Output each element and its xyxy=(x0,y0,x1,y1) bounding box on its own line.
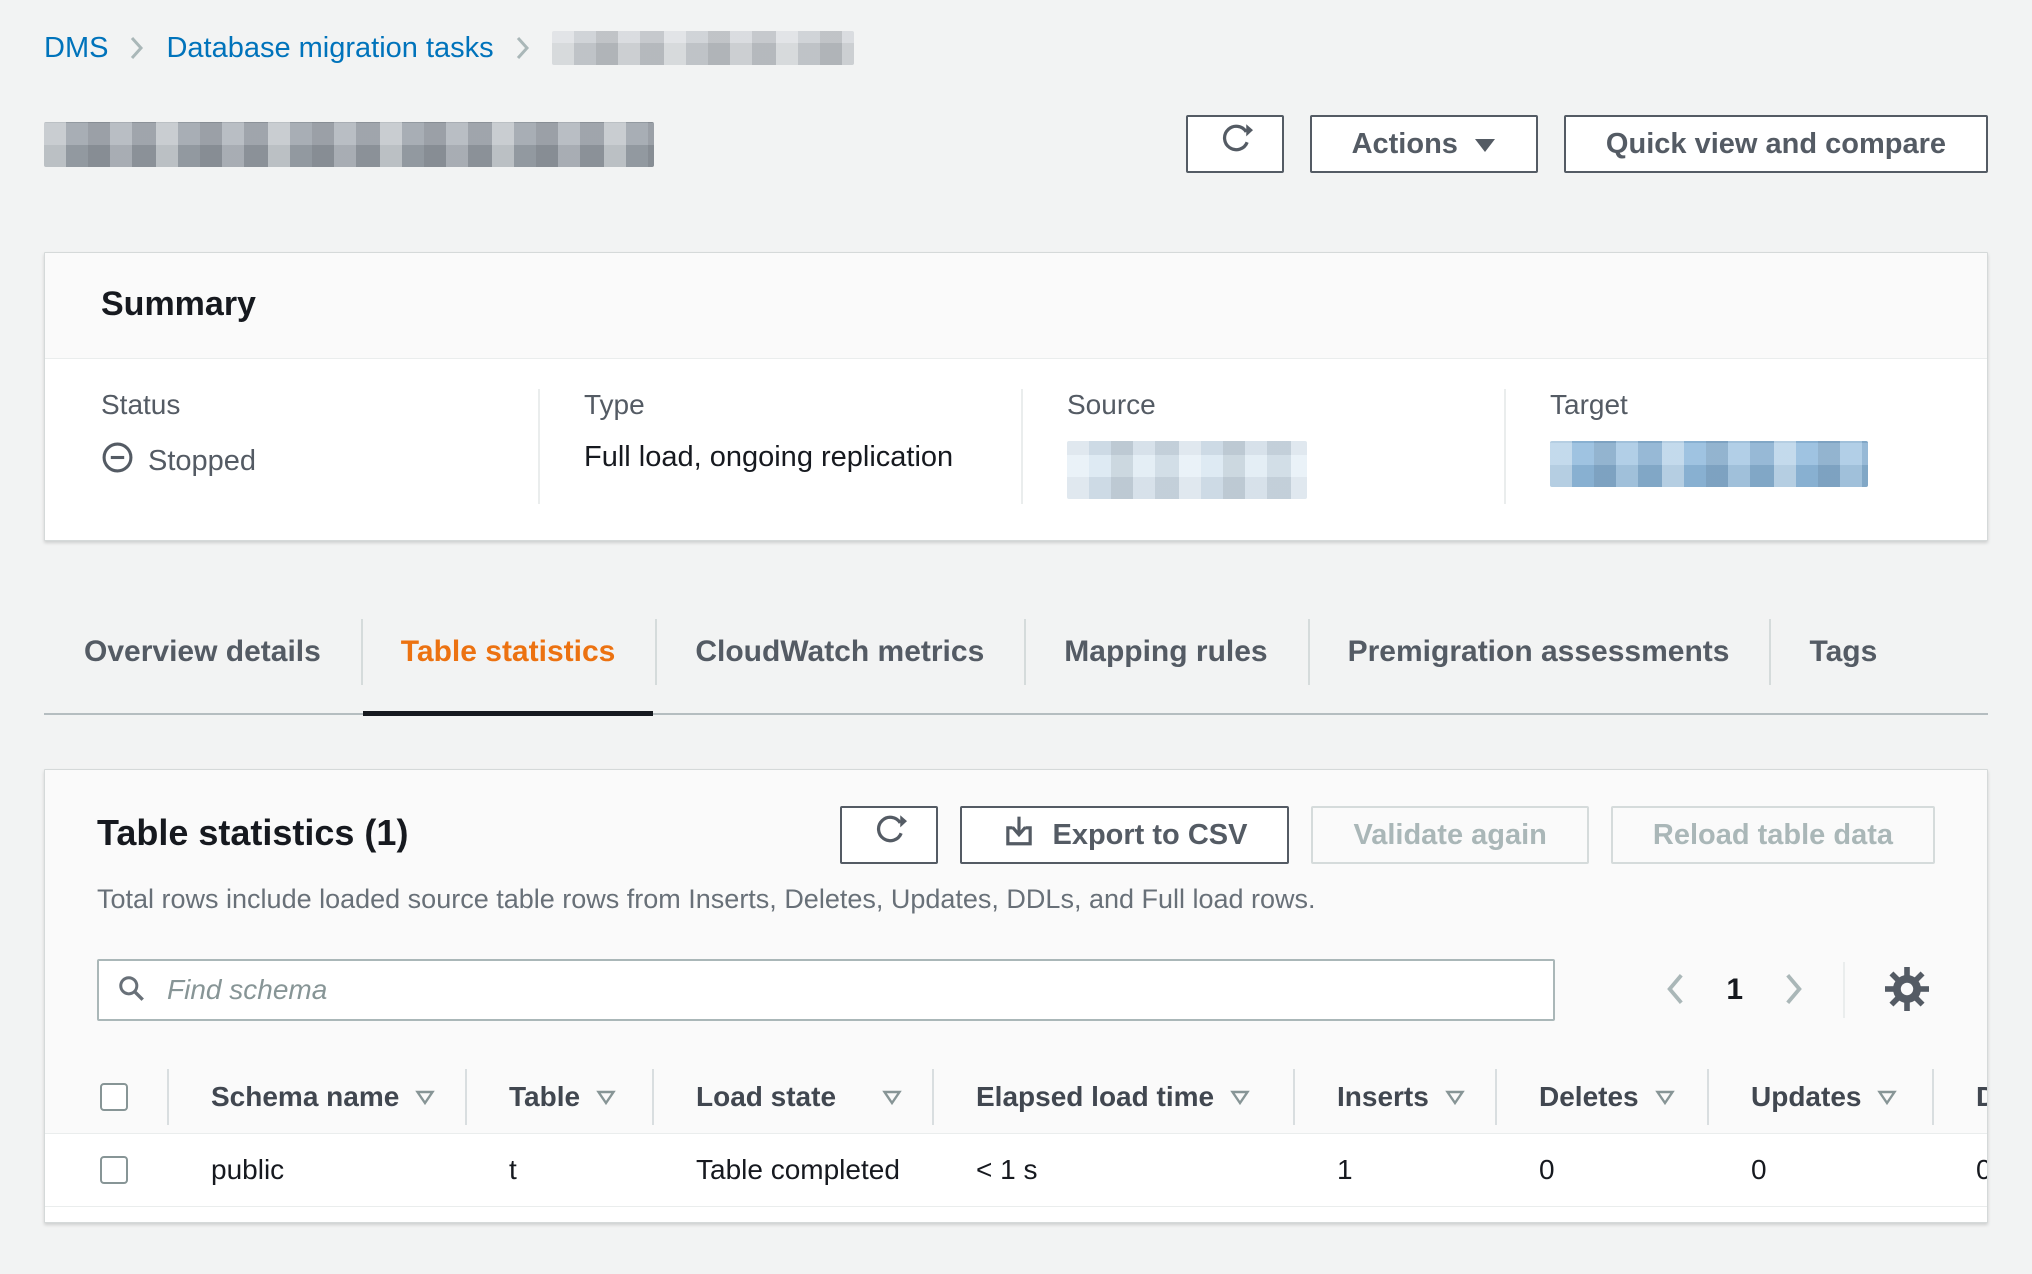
chevron-right-icon xyxy=(130,35,144,61)
tab-tags[interactable]: Tags xyxy=(1769,611,1917,713)
schema-search xyxy=(97,959,1555,1021)
select-all-checkbox[interactable] xyxy=(100,1083,128,1111)
actions-button[interactable]: Actions xyxy=(1310,115,1538,173)
cell-load-state: Table completed xyxy=(652,1154,932,1186)
cell-inserts: 1 xyxy=(1293,1154,1495,1186)
breadcrumb-link-tasks[interactable]: Database migration tasks xyxy=(166,32,493,65)
breadcrumb-link-dms[interactable]: DMS xyxy=(44,32,108,65)
column-header-deletes[interactable]: Deletes xyxy=(1495,1061,1707,1133)
column-header-elapsed-load-time[interactable]: Elapsed load time xyxy=(932,1061,1293,1133)
status-label: Status xyxy=(101,389,538,421)
divider xyxy=(1843,962,1845,1018)
type-label: Type xyxy=(584,389,1021,421)
search-icon xyxy=(117,974,147,1009)
chevron-right-icon xyxy=(1781,971,1805,1010)
export-csv-label: Export to CSV xyxy=(1052,819,1247,852)
table-actions: Export to CSV Validate again Reload tabl… xyxy=(840,806,1935,864)
gear-icon xyxy=(1883,965,1931,1016)
column-header-schema-name[interactable]: Schema name xyxy=(167,1061,465,1133)
tab-overview-details[interactable]: Overview details xyxy=(44,611,361,713)
sort-icon xyxy=(596,1089,616,1106)
summary-field-type: Type Full load, ongoing replication xyxy=(538,389,1021,504)
status-value: Stopped xyxy=(148,445,256,478)
page-title-redacted xyxy=(44,122,654,167)
summary-body: Status Stopped Type Full load, ongoing r… xyxy=(45,359,1987,540)
summary-panel-header: Summary xyxy=(45,253,1987,359)
chevron-left-icon xyxy=(1664,971,1688,1010)
sort-icon xyxy=(882,1089,902,1106)
refresh-button[interactable] xyxy=(1186,115,1284,173)
tab-cloudwatch-metrics[interactable]: CloudWatch metrics xyxy=(655,611,1024,713)
table-header-row: Schema name Table Load state Elapsed loa… xyxy=(45,1061,1987,1133)
column-header-ddls[interactable]: D xyxy=(1932,1061,1988,1133)
actions-button-label: Actions xyxy=(1352,128,1458,161)
pagination: 1 xyxy=(1660,961,1935,1020)
dms-task-page: DMS Database migration tasks Actions xyxy=(0,0,2032,1223)
summary-field-status: Status Stopped xyxy=(45,389,538,504)
column-header-load-state[interactable]: Load state xyxy=(652,1061,932,1133)
validate-again-label: Validate again xyxy=(1353,819,1546,852)
tab-premigration-assessments[interactable]: Premigration assessments xyxy=(1308,611,1770,713)
export-csv-button[interactable]: Export to CSV xyxy=(960,806,1289,864)
page-header: Actions Quick view and compare xyxy=(44,114,1988,174)
breadcrumb: DMS Database migration tasks xyxy=(44,28,1988,68)
table-statistics-table: Schema name Table Load state Elapsed loa… xyxy=(45,1061,1987,1222)
export-download-icon xyxy=(1002,814,1036,856)
reload-table-data-label: Reload table data xyxy=(1653,819,1893,852)
source-label: Source xyxy=(1067,389,1504,421)
find-schema-input[interactable] xyxy=(97,959,1555,1021)
validate-again-button[interactable]: Validate again xyxy=(1311,806,1588,864)
summary-field-target: Target xyxy=(1504,389,1987,504)
target-label: Target xyxy=(1550,389,1987,421)
next-page-button[interactable] xyxy=(1777,967,1809,1014)
settings-button[interactable] xyxy=(1879,961,1935,1020)
summary-panel: Summary Status Stopped Type Full load, o… xyxy=(44,252,1988,541)
summary-title: Summary xyxy=(101,285,1931,324)
refresh-icon xyxy=(1217,122,1253,166)
cell-ddls: 0 xyxy=(1932,1154,1988,1186)
breadcrumb-current-redacted xyxy=(552,31,854,65)
row-checkbox[interactable] xyxy=(100,1156,128,1184)
header-actions: Actions Quick view and compare xyxy=(1186,115,1988,173)
quick-view-label: Quick view and compare xyxy=(1606,128,1946,161)
table-footer xyxy=(45,1207,1987,1222)
cell-table: t xyxy=(465,1154,652,1186)
stopped-icon xyxy=(101,441,134,482)
sort-icon xyxy=(1655,1089,1675,1106)
cell-updates: 0 xyxy=(1707,1154,1932,1186)
sort-icon xyxy=(1230,1089,1250,1106)
column-header-table[interactable]: Table xyxy=(465,1061,652,1133)
chevron-right-icon xyxy=(516,35,530,61)
task-tabs: Overview details Table statistics CloudW… xyxy=(44,611,1988,715)
table-refresh-button[interactable] xyxy=(840,806,938,864)
cell-deletes: 0 xyxy=(1495,1154,1707,1186)
summary-field-source: Source xyxy=(1021,389,1504,504)
cell-elapsed-load-time: < 1 s xyxy=(932,1154,1293,1186)
refresh-icon xyxy=(871,813,907,857)
quick-view-compare-button[interactable]: Quick view and compare xyxy=(1564,115,1988,173)
sort-icon xyxy=(1877,1089,1897,1106)
table-statistics-title: Table statistics (1) xyxy=(97,806,408,854)
column-header-inserts[interactable]: Inserts xyxy=(1293,1061,1495,1133)
tab-table-statistics[interactable]: Table statistics xyxy=(361,611,656,713)
sort-icon xyxy=(1445,1089,1465,1106)
caret-down-icon xyxy=(1474,128,1496,161)
table-statistics-panel: Table statistics (1) xyxy=(44,769,1988,1223)
sort-icon xyxy=(415,1089,435,1106)
tab-mapping-rules[interactable]: Mapping rules xyxy=(1024,611,1307,713)
page-number[interactable]: 1 xyxy=(1720,973,1749,1007)
source-value-redacted[interactable] xyxy=(1067,441,1307,499)
target-value-redacted[interactable] xyxy=(1550,441,1868,487)
table-row: public t Table completed < 1 s 1 0 0 0 xyxy=(45,1133,1987,1207)
table-statistics-description: Total rows include loaded source table r… xyxy=(97,884,1935,915)
previous-page-button[interactable] xyxy=(1660,967,1692,1014)
cell-schema-name: public xyxy=(167,1154,465,1186)
column-header-updates[interactable]: Updates xyxy=(1707,1061,1932,1133)
type-value: Full load, ongoing replication xyxy=(584,441,1021,474)
reload-table-data-button[interactable]: Reload table data xyxy=(1611,806,1935,864)
